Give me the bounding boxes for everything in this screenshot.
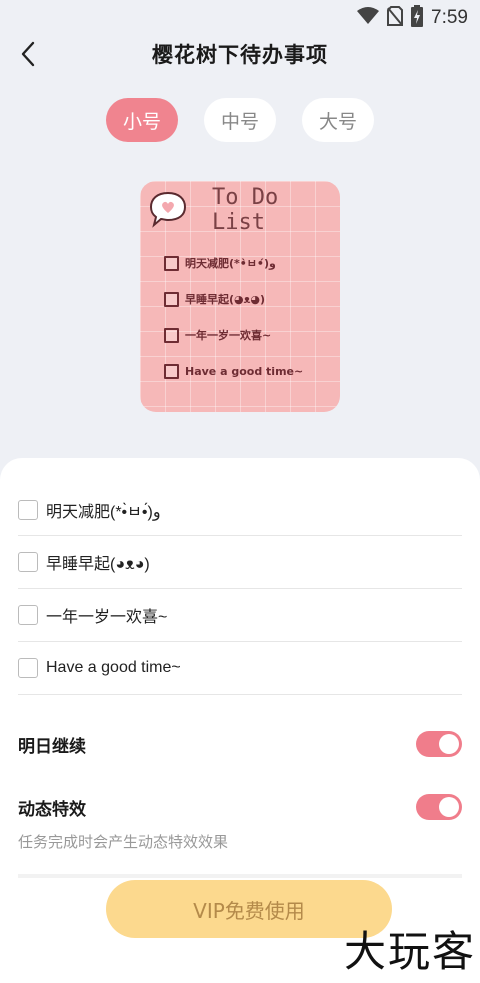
dynamic-effect-label: 动态特效 — [18, 799, 86, 820]
checkbox-icon — [164, 327, 179, 343]
preview-title: To Do List — [212, 185, 279, 235]
preview-item-text: Have a good time~ — [185, 364, 304, 378]
divider — [18, 874, 462, 878]
dynamic-effect-description: 任务完成时会产生动态特效效果 — [18, 833, 229, 851]
preview-item-text: 明天减肥(*•̀ㅂ•́)و — [185, 257, 276, 270]
continue-tomorrow-setting: 明日继续 — [18, 729, 462, 759]
dynamic-effect-toggle[interactable] — [416, 794, 462, 820]
todo-list: 明天减肥(*•̀ㅂ•́)و 早睡早起(◕ᴥ◕) 一年一岁一欢喜~ Have a … — [18, 484, 462, 695]
checkbox-icon — [164, 291, 179, 307]
todo-text[interactable]: 早睡早起(◕ᴥ◕) — [46, 550, 150, 574]
heart-bubble-icon — [148, 189, 188, 229]
status-bar: 7:59 — [0, 0, 480, 36]
tab-small[interactable]: 小号 — [106, 98, 178, 142]
page-title: 樱花树下待办事项 — [152, 43, 328, 67]
back-button[interactable] — [14, 40, 42, 68]
tab-medium[interactable]: 中号 — [204, 98, 276, 142]
dynamic-effect-setting: 动态特效 — [18, 792, 462, 822]
size-tabs: 小号 中号 大号 — [0, 98, 480, 142]
checkbox-icon — [164, 255, 179, 271]
preview-list: 明天减肥(*•̀ㅂ•́)و 早睡早起(◕ᴥ◕) 一年一岁一欢喜~ Have a … — [164, 245, 303, 389]
battery-charging-icon — [411, 5, 424, 31]
todo-item[interactable]: 一年一岁一欢喜~ — [18, 589, 462, 642]
preview-item: 一年一岁一欢喜~ — [164, 317, 303, 353]
preview-item: 明天减肥(*•̀ㅂ•́)و — [164, 245, 303, 281]
preview-item: Have a good time~ — [164, 353, 303, 389]
todo-checkbox[interactable] — [18, 499, 38, 520]
preview-item-text: 一年一岁一欢喜~ — [185, 329, 272, 342]
settings-sheet: 明天减肥(*•̀ㅂ•́)و 早睡早起(◕ᴥ◕) 一年一岁一欢喜~ Have a … — [0, 458, 480, 983]
status-time: 7:59 — [431, 7, 468, 28]
header: 樱花树下待办事项 — [0, 34, 480, 74]
todo-checkbox[interactable] — [18, 658, 38, 678]
todo-checkbox[interactable] — [18, 605, 38, 625]
todo-checkbox[interactable] — [18, 552, 38, 572]
tab-large[interactable]: 大号 — [302, 98, 374, 142]
todo-item[interactable]: 早睡早起(◕ᴥ◕) — [18, 536, 462, 589]
continue-tomorrow-label: 明日继续 — [18, 736, 86, 757]
chevron-left-icon — [21, 41, 35, 67]
checkbox-icon — [164, 363, 179, 379]
todo-text[interactable]: 明天减肥(*•̀ㅂ•́)و — [46, 498, 161, 522]
no-sim-icon — [387, 6, 404, 30]
continue-tomorrow-toggle[interactable] — [416, 731, 462, 757]
todo-text[interactable]: Have a good time~ — [46, 659, 181, 677]
wifi-icon — [357, 7, 380, 29]
preview-item: 早睡早起(◕ᴥ◕) — [164, 281, 303, 317]
preview-item-text: 早睡早起(◕ᴥ◕) — [185, 293, 266, 306]
todo-item[interactable]: Have a good time~ — [18, 642, 462, 695]
todo-item[interactable]: 明天减肥(*•̀ㅂ•́)و — [18, 484, 462, 536]
widget-preview: To Do List 明天减肥(*•̀ㅂ•́)و 早睡早起(◕ᴥ◕) 一年一岁一… — [140, 181, 340, 412]
watermark-logo: 大玩客 — [343, 927, 476, 976]
todo-text[interactable]: 一年一岁一欢喜~ — [46, 603, 167, 627]
